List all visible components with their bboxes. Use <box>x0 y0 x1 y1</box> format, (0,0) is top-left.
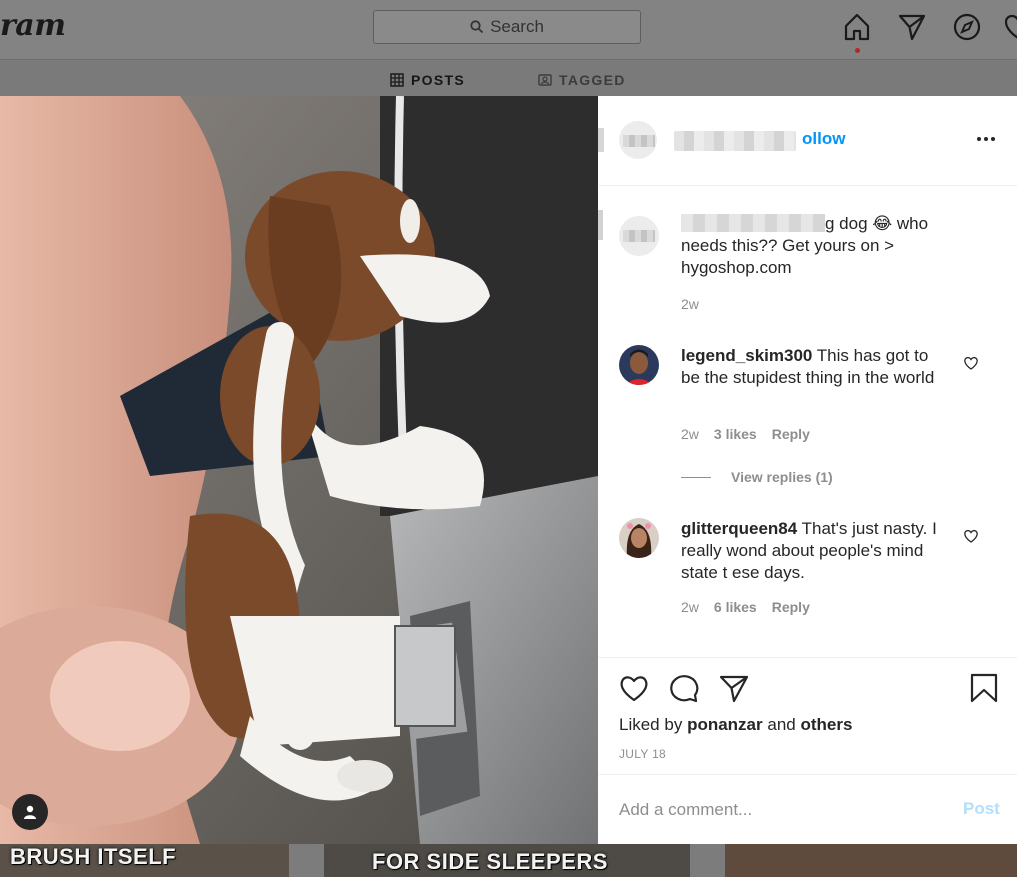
commenter-avatar[interactable] <box>619 345 659 385</box>
comment-username[interactable]: glitterqueen84 <box>681 519 797 538</box>
comment-likes[interactable]: 6 likes <box>714 599 757 615</box>
post-detail-panel: ollow g dog 😂 who needs this?? Get yours… <box>598 96 1017 844</box>
home-icon[interactable] <box>842 12 872 42</box>
caption-redacted <box>681 214 825 232</box>
home-notification-dot <box>855 48 860 53</box>
post-actions: Liked by ponanzar and others JULY 18 Pos… <box>598 657 1017 844</box>
thumb-caption: BRUSH ITSELF <box>10 844 177 869</box>
save-icon[interactable] <box>968 672 1000 704</box>
activity-icon[interactable] <box>1003 12 1017 42</box>
tag-icon <box>538 74 552 86</box>
comment-meta: 2w 6 likes Reply <box>681 599 810 615</box>
comment-reply-button[interactable]: Reply <box>772 599 810 615</box>
comment-reply-button[interactable]: Reply <box>772 426 810 442</box>
search-box[interactable]: Search <box>373 10 641 44</box>
tab-posts-label: POSTS <box>411 72 465 88</box>
instagram-logo[interactable]: ram <box>0 8 66 43</box>
top-nav-bar: ram Search <box>0 0 1017 60</box>
comment-icon[interactable] <box>668 672 700 704</box>
caption-time[interactable]: 2w <box>681 296 699 312</box>
follow-button[interactable]: ollow <box>802 129 845 149</box>
comment-text: glitterqueen84 That's just nasty. I real… <box>681 519 937 582</box>
search-placeholder: Search <box>490 17 544 36</box>
post-header: ollow <box>598 96 1017 186</box>
comment-time[interactable]: 2w <box>681 599 699 615</box>
author-avatar[interactable] <box>619 216 659 256</box>
post-grid: BRUSH ITSELF FOR SIDE SLEEPERS <box>0 844 1017 877</box>
comment-time[interactable]: 2w <box>681 426 699 442</box>
comment-like-icon[interactable] <box>963 355 979 371</box>
like-icon[interactable] <box>618 672 650 704</box>
user-icon <box>24 805 36 819</box>
post-video-frame <box>0 96 598 844</box>
thumb-caption: FOR SIDE SLEEPERS <box>372 849 608 874</box>
post-comment-button[interactable]: Post <box>963 799 1000 819</box>
grid-thumb[interactable] <box>725 844 1017 877</box>
comment-input[interactable] <box>619 797 939 823</box>
author-username-redacted[interactable] <box>674 131 796 151</box>
share-icon[interactable] <box>718 672 750 704</box>
profile-tabs: POSTS TAGGED <box>0 61 1017 96</box>
comment-username[interactable]: legend_skim300 <box>681 346 812 365</box>
liked-by: Liked by ponanzar and others <box>619 715 853 734</box>
explore-icon[interactable] <box>952 12 982 42</box>
caption-meta: 2w <box>681 296 699 312</box>
tagged-users-button[interactable] <box>12 794 48 830</box>
commenter-avatar[interactable] <box>619 518 659 558</box>
post-media[interactable] <box>0 96 598 844</box>
post-date[interactable]: JULY 18 <box>619 747 666 761</box>
caption-text: g dog 😂 who needs this?? Get yours on > … <box>681 214 929 277</box>
search-icon <box>470 20 484 34</box>
add-comment-bar: Post <box>598 774 1017 845</box>
liked-by-user[interactable]: ponanzar <box>687 715 763 734</box>
comment-text: legend_skim300 This has got to be the st… <box>681 346 935 387</box>
view-replies-button[interactable]: View replies (1) <box>681 469 833 485</box>
grid-icon <box>390 73 404 87</box>
grid-thumb[interactable]: FOR SIDE SLEEPERS <box>324 844 690 877</box>
tab-posts[interactable]: POSTS <box>390 72 465 88</box>
comment-meta: 2w 3 likes Reply <box>681 426 810 442</box>
comment-like-icon[interactable] <box>963 528 979 544</box>
direct-icon[interactable] <box>897 12 927 42</box>
comment-likes[interactable]: 3 likes <box>714 426 757 442</box>
more-icon[interactable] <box>974 127 998 151</box>
author-avatar[interactable] <box>619 121 657 159</box>
grid-thumb[interactable]: BRUSH ITSELF <box>0 844 289 877</box>
tab-tagged-label: TAGGED <box>559 72 626 88</box>
tab-tagged[interactable]: TAGGED <box>538 72 626 88</box>
liked-by-others[interactable]: others <box>800 715 852 734</box>
comments-list: g dog 😂 who needs this?? Get yours on > … <box>598 187 1017 657</box>
